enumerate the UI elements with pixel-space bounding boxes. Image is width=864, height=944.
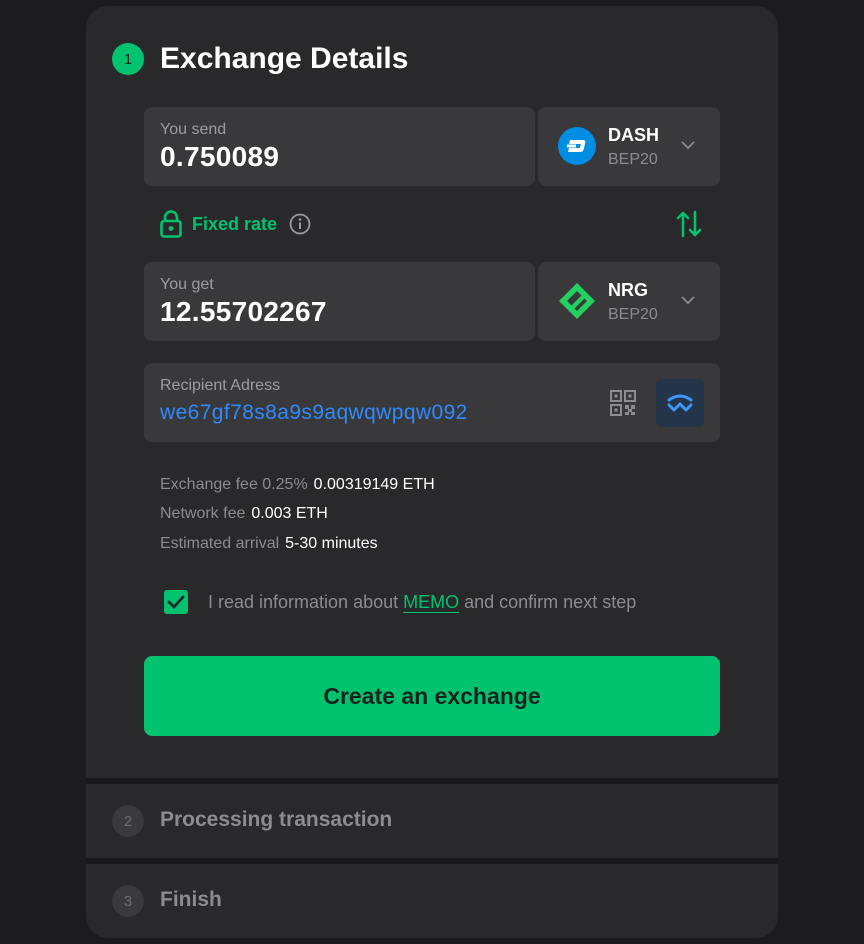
- get-amount-output: 12.55702267: [160, 296, 327, 327]
- get-amount-field[interactable]: You get 12.55702267: [144, 262, 535, 341]
- chevron-down-icon: [681, 296, 695, 305]
- step-processing-transaction: 2 Processing transaction: [86, 784, 778, 858]
- send-currency-select[interactable]: DASH BEP20: [538, 107, 720, 186]
- get-currency-select[interactable]: NRG BEP20: [538, 262, 720, 341]
- confirm-checkbox[interactable]: [164, 590, 188, 614]
- recipient-address-field[interactable]: Recipient Adress we67gf78s8a9s9aqwqwpqw0…: [144, 363, 720, 442]
- step-exchange-details: 1 Exchange Details You send 0.750089 DAS…: [86, 6, 778, 778]
- nrg-coin-icon: [558, 282, 596, 320]
- recipient-address-input[interactable]: we67gf78s8a9s9aqwqwpqw092: [160, 401, 468, 425]
- send-currency-network: BEP20: [608, 151, 658, 168]
- chevron-down-icon: [681, 141, 695, 150]
- fee-value: 0.00319149 ETH: [313, 476, 435, 493]
- qr-code-icon[interactable]: [610, 390, 636, 416]
- network-fee-row: Network fee 0.003 ETH: [160, 505, 328, 523]
- step-number-badge: 3: [112, 885, 144, 917]
- create-exchange-button[interactable]: Create an exchange: [144, 656, 720, 736]
- fee-value: 0.003 ETH: [251, 505, 328, 522]
- confirm-text-before: I read information about: [208, 592, 404, 612]
- dash-coin-icon: [558, 127, 596, 165]
- get-currency-network: BEP20: [608, 306, 658, 323]
- fixed-rate-toggle[interactable]: Fixed rate: [160, 206, 311, 242]
- send-currency-ticker: DASH: [608, 125, 660, 145]
- step-finish: 3 Finish: [86, 864, 778, 938]
- exchange-fee-row: Exchange fee 0.25% 0.00319149 ETH: [160, 476, 435, 494]
- info-icon[interactable]: [289, 213, 311, 235]
- step-number-badge: 1: [112, 43, 144, 75]
- recipient-label: Recipient Adress: [160, 377, 281, 394]
- fixed-rate-label: Fixed rate: [192, 213, 278, 234]
- confirm-text-after: and confirm next step: [459, 592, 637, 612]
- memo-link[interactable]: MEMO: [403, 592, 459, 612]
- step-number-badge: 2: [112, 805, 144, 837]
- estimated-arrival-row: Estimated arrival 5-30 minutes: [160, 535, 378, 553]
- swap-arrows-icon[interactable]: [676, 210, 702, 238]
- fee-key: Estimated arrival: [160, 535, 280, 552]
- get-currency-ticker: NRG: [608, 280, 648, 300]
- send-amount-input[interactable]: 0.750089: [160, 141, 279, 173]
- fee-key: Exchange fee 0.25%: [160, 476, 308, 493]
- send-label: You send: [160, 121, 227, 138]
- walletconnect-icon: [667, 394, 693, 412]
- get-label: You get: [160, 276, 214, 293]
- lock-icon: [160, 210, 182, 238]
- fee-key: Network fee: [160, 505, 246, 522]
- step-title: Exchange Details: [160, 42, 409, 75]
- step-title: Finish: [160, 888, 222, 911]
- fee-value: 5-30 minutes: [285, 535, 378, 552]
- checkmark-icon: [167, 595, 185, 609]
- step-title: Processing transaction: [160, 808, 393, 831]
- send-amount-field[interactable]: You send 0.750089: [144, 107, 535, 186]
- exchange-card: 1 Exchange Details You send 0.750089 DAS…: [86, 6, 778, 938]
- walletconnect-button[interactable]: [656, 379, 704, 427]
- confirm-text: I read information about MEMO and confir…: [208, 592, 636, 613]
